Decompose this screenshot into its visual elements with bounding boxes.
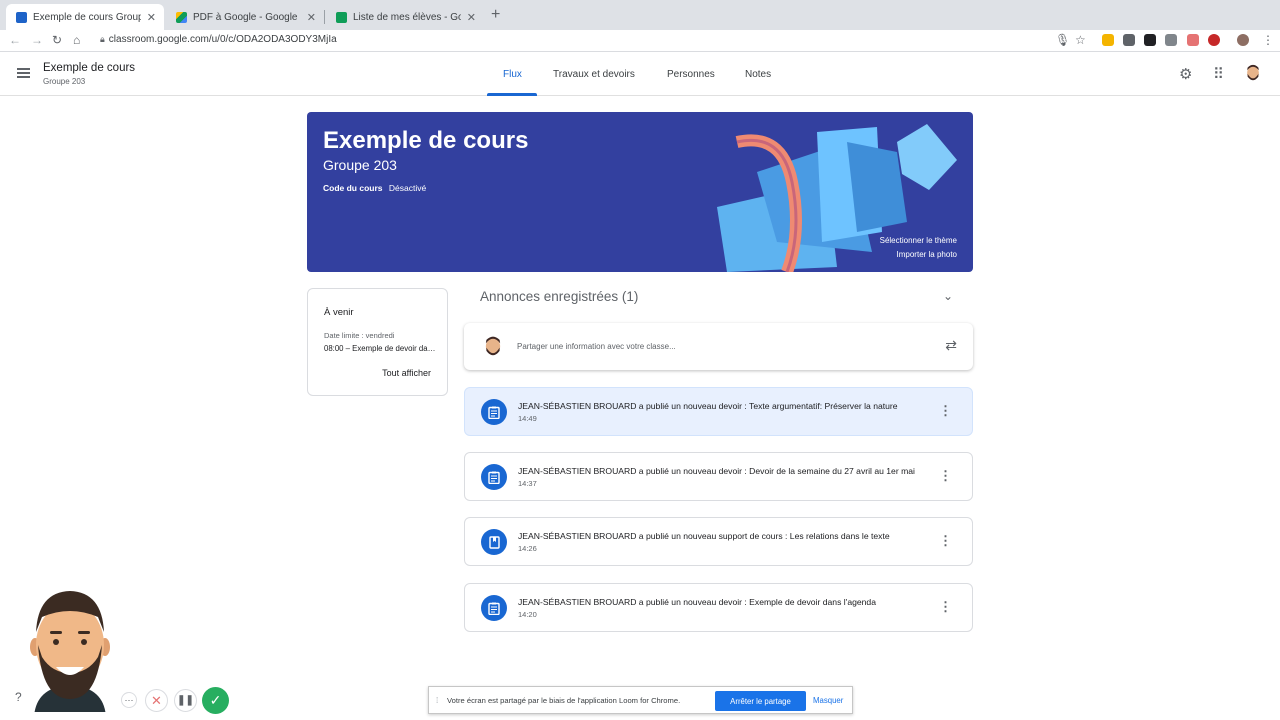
course-banner: Exemple de cours Groupe 203 Code du cour… — [307, 112, 973, 272]
tab-title: Liste de mes élèves - Google S — [353, 11, 461, 23]
classroom-header: Exemple de cours Groupe 203 Flux Travaux… — [0, 53, 1280, 96]
new-tab-button[interactable]: + — [491, 6, 500, 24]
upcoming-title: À venir — [324, 307, 354, 318]
upcoming-card: À venir Date limite : vendredi 08:00 – E… — [307, 288, 448, 396]
loom-share-bar: ⁞ Votre écran est partagé par le biais d… — [428, 686, 853, 714]
class-code-label: Code du cours — [323, 183, 383, 193]
tab-classwork[interactable]: Travaux et devoirs — [553, 69, 635, 80]
apps-grid-icon[interactable]: ⠿ — [1213, 65, 1224, 83]
tab-title: Exemple de cours Groupe 203 — [33, 11, 141, 23]
menu-dots-icon[interactable]: ⋮ — [1262, 33, 1274, 47]
post-time: 14:49 — [518, 414, 537, 423]
post-text: JEAN-SÉBASTIEN BROUARD a publié un nouve… — [518, 597, 876, 607]
post-time: 14:20 — [518, 610, 537, 619]
saved-announcements-label[interactable]: Annonces enregistrées (1) — [480, 289, 638, 304]
active-tab-indicator — [487, 93, 537, 96]
reload-icon[interactable]: ↻ — [52, 33, 62, 47]
back-icon[interactable]: ← — [9, 33, 21, 47]
class-code-value: Désactivé — [388, 183, 427, 193]
help-icon[interactable]: ? — [15, 690, 22, 704]
chevron-down-icon[interactable]: ⌄ — [943, 289, 953, 303]
course-section: Groupe 203 — [43, 77, 86, 86]
browser-tabbar: Exemple de cours Groupe 203 ✕ PDF à Goog… — [0, 0, 1280, 30]
avatar[interactable] — [1244, 63, 1262, 83]
microphone-icon[interactable]: 🎙︎ — [1055, 33, 1070, 47]
extension-icon[interactable] — [1187, 34, 1199, 46]
post-text: JEAN-SÉBASTIEN BROUARD a publié un nouve… — [518, 401, 898, 411]
loom-camera-avatar — [30, 591, 110, 712]
close-icon[interactable]: ✕ — [307, 11, 316, 24]
class-code: Code du cours Désactivé — [323, 183, 426, 193]
material-icon — [481, 529, 507, 555]
forward-icon[interactable]: → — [31, 33, 43, 47]
classroom-icon — [16, 11, 27, 23]
extension-icon[interactable] — [1102, 34, 1114, 46]
home-icon[interactable]: ⌂ — [73, 33, 80, 47]
gear-icon[interactable]: ⚙ — [1179, 65, 1192, 83]
banner-illustration — [717, 124, 957, 272]
post-time: 14:26 — [518, 544, 537, 553]
extension-icon[interactable] — [1165, 34, 1177, 46]
extension-icon[interactable] — [1144, 34, 1156, 46]
loom-cancel-button[interactable]: ✕ — [145, 689, 168, 712]
post-text: JEAN-SÉBASTIEN BROUARD a publié un nouve… — [518, 466, 915, 476]
banner-title: Exemple de cours — [323, 127, 529, 154]
more-options-icon[interactable]: ⋮ — [939, 403, 952, 419]
stream-post[interactable]: JEAN-SÉBASTIEN BROUARD a publié un nouve… — [464, 452, 973, 501]
assignment-icon — [481, 464, 507, 490]
view-all-link[interactable]: Tout afficher — [382, 368, 431, 378]
assignment-icon — [481, 399, 507, 425]
more-options-icon[interactable]: ⋮ — [939, 468, 952, 484]
share-box[interactable]: Partager une information avec votre clas… — [464, 323, 973, 370]
post-text: JEAN-SÉBASTIEN BROUARD a publié un nouve… — [518, 531, 890, 541]
stream-post[interactable]: JEAN-SÉBASTIEN BROUARD a publié un nouve… — [464, 517, 973, 566]
browser-tab-classroom[interactable]: Exemple de cours Groupe 203 ✕ — [6, 4, 164, 30]
lock-icon: 🔒︎ — [100, 34, 105, 44]
url-field[interactable]: 🔒︎ classroom.google.com/u/0/c/ODA2ODA3ODY… — [100, 34, 337, 45]
import-photo-link[interactable]: Importer la photo — [897, 250, 957, 259]
loom-finish-button[interactable]: ✓ — [202, 687, 229, 714]
avatar — [485, 336, 501, 356]
more-options-icon[interactable]: ⋮ — [939, 533, 952, 549]
close-icon[interactable]: ✕ — [147, 11, 156, 24]
banner-subtitle: Groupe 203 — [323, 157, 397, 173]
tab-people[interactable]: Personnes — [667, 69, 715, 80]
hide-link[interactable]: Masquer — [813, 696, 843, 705]
stream-post[interactable]: JEAN-SÉBASTIEN BROUARD a publié un nouve… — [464, 387, 973, 436]
post-time: 14:37 — [518, 479, 537, 488]
extension-icon[interactable] — [1123, 34, 1135, 46]
repost-icon[interactable]: ⇄ — [945, 337, 957, 354]
browser-tab-sheets[interactable]: Liste de mes élèves - Google S ✕ — [326, 4, 484, 30]
extension-icon[interactable] — [1208, 34, 1220, 46]
address-bar: ← → ↻ ⌂ 🔒︎ classroom.google.com/u/0/c/ODA… — [0, 30, 1280, 52]
loom-more-button[interactable]: ⋯ — [121, 692, 137, 708]
more-options-icon[interactable]: ⋮ — [939, 599, 952, 615]
tab-title: PDF à Google - Google Drive — [193, 11, 301, 23]
drive-icon — [176, 11, 187, 23]
browser-tab-drive[interactable]: PDF à Google - Google Drive ✕ — [166, 4, 324, 30]
stop-sharing-button[interactable]: Arrêter le partage — [715, 691, 806, 711]
tab-stream[interactable]: Flux — [503, 69, 522, 80]
loom-share-message: Votre écran est partagé par le biais de … — [447, 696, 681, 705]
profile-icon[interactable] — [1237, 34, 1249, 46]
close-icon[interactable]: ✕ — [467, 11, 476, 24]
main-menu-icon[interactable] — [17, 68, 30, 78]
select-theme-link[interactable]: Sélectionner le thème — [880, 236, 957, 245]
sheets-icon — [336, 11, 347, 23]
drag-handle-icon[interactable]: ⁞ — [436, 696, 438, 705]
tab-separator — [324, 10, 325, 24]
assignment-icon — [481, 595, 507, 621]
loom-pause-button[interactable]: ❚❚ — [174, 689, 197, 712]
star-icon[interactable]: ☆ — [1075, 33, 1086, 47]
share-placeholder: Partager une information avec votre clas… — [517, 342, 676, 351]
upcoming-due: Date limite : vendredi — [324, 331, 395, 340]
tab-grades[interactable]: Notes — [745, 69, 771, 80]
upcoming-item[interactable]: 08:00 – Exemple de devoir dans l'agenda — [324, 344, 436, 353]
stream-post[interactable]: JEAN-SÉBASTIEN BROUARD a publié un nouve… — [464, 583, 973, 632]
course-title[interactable]: Exemple de cours — [43, 62, 135, 74]
url-text: classroom.google.com/u/0/c/ODA2ODA3ODY3M… — [108, 34, 337, 45]
